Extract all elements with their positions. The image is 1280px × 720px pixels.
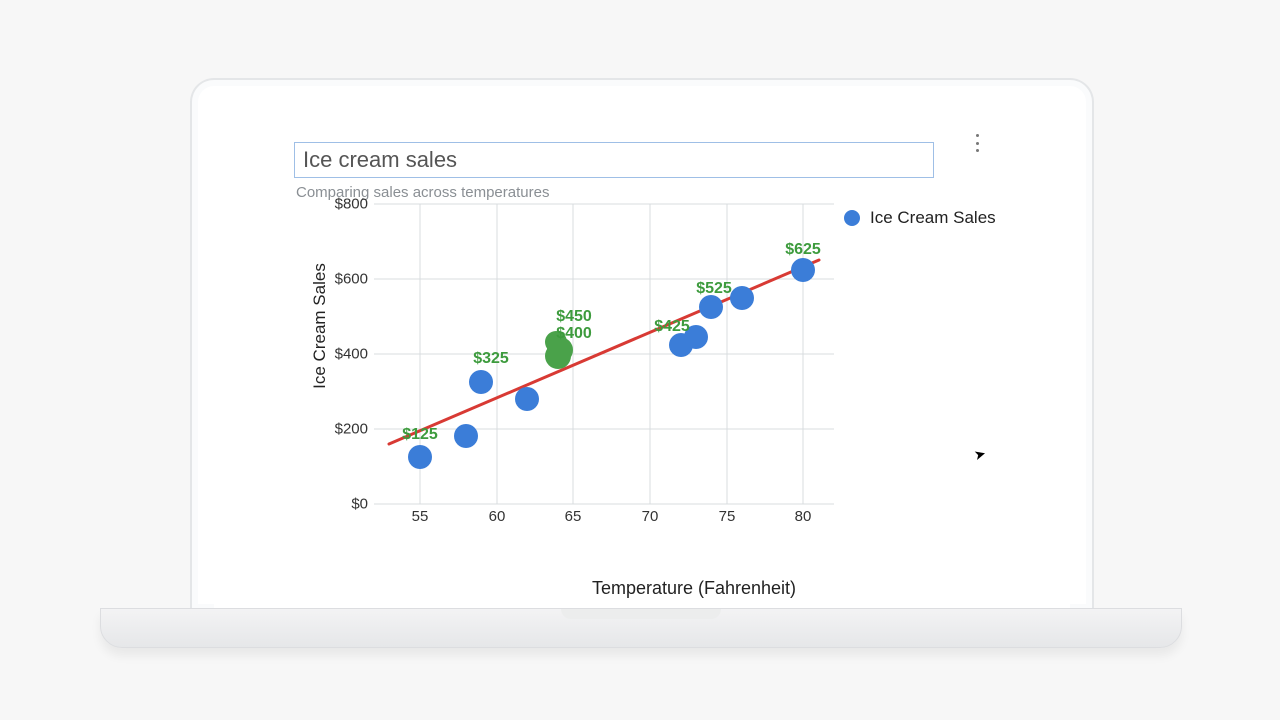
y-tick: $600 bbox=[308, 271, 374, 288]
more-options-icon[interactable] bbox=[969, 134, 985, 152]
laptop-frame: Comparing sales across temperatures Ice … bbox=[190, 78, 1094, 610]
x-tick: 80 bbox=[795, 508, 812, 525]
data-label: $125 bbox=[402, 426, 438, 444]
x-axis-label: Temperature (Fahrenheit) bbox=[574, 578, 814, 599]
x-tick: 60 bbox=[489, 508, 506, 525]
data-label: $400 bbox=[556, 325, 592, 343]
y-axis-label: Ice Cream Sales bbox=[310, 196, 330, 456]
legend-label: Ice Cream Sales bbox=[870, 208, 996, 228]
y-tick: $800 bbox=[308, 196, 374, 213]
data-label: $625 bbox=[785, 241, 821, 259]
data-label: $325 bbox=[473, 350, 509, 368]
data-label: $450 bbox=[556, 308, 592, 326]
y-tick: $200 bbox=[308, 421, 374, 438]
y-tick: $0 bbox=[308, 496, 374, 513]
legend: Ice Cream Sales bbox=[844, 208, 996, 228]
cursor-pointer-icon: ➤ bbox=[972, 445, 988, 464]
x-tick: 75 bbox=[719, 508, 736, 525]
trendline bbox=[389, 260, 819, 444]
x-tick: 55 bbox=[412, 508, 429, 525]
plot-area bbox=[374, 204, 834, 504]
x-tick: 65 bbox=[565, 508, 582, 525]
laptop-base bbox=[100, 608, 1182, 648]
data-label: $525 bbox=[696, 280, 732, 298]
data-label: $425 bbox=[654, 318, 690, 336]
chart-title-input[interactable] bbox=[294, 142, 934, 178]
data-points bbox=[408, 258, 815, 469]
x-tick: 70 bbox=[642, 508, 659, 525]
screen: Comparing sales across temperatures Ice … bbox=[214, 102, 1070, 610]
legend-marker-icon bbox=[844, 210, 860, 226]
chart: Ice Cream Sales Ice Cream Sales Temperat… bbox=[274, 198, 1034, 588]
gridlines bbox=[374, 204, 834, 504]
y-tick: $400 bbox=[308, 346, 374, 363]
